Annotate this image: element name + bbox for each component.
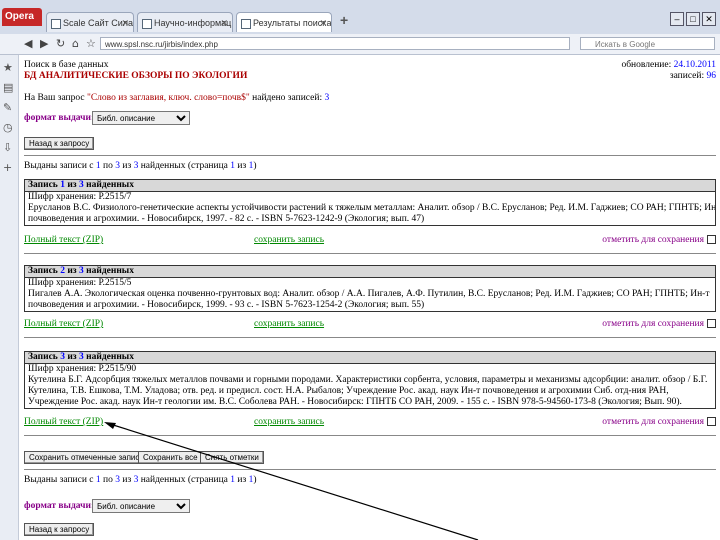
close-icon[interactable]: ✕ bbox=[319, 13, 327, 32]
record-line: Шифр хранения: Р.2515/5 bbox=[28, 278, 132, 288]
format-select[interactable]: Библ. описание bbox=[92, 111, 190, 125]
checkbox[interactable] bbox=[707, 235, 716, 245]
tab-1[interactable]: Scale Сайт Сила Ес Тон ✕ bbox=[46, 12, 134, 32]
divider bbox=[24, 337, 716, 338]
bookmark-icon[interactable]: ☆ bbox=[86, 37, 96, 50]
tab-2[interactable]: Научно-информационный ресурс ✕ bbox=[137, 12, 233, 32]
record-line: Учреждение Рос. акад. наук Ин-т геологии… bbox=[28, 397, 682, 407]
notes-icon[interactable]: ✎ bbox=[3, 101, 12, 114]
browser-logo: Opera bbox=[5, 11, 34, 22]
record-1: Запись 1 из 3 найденных Шифр хранения: Р… bbox=[24, 179, 716, 226]
record-line: почвоведения и агрохимии. - Новосибирск,… bbox=[28, 300, 425, 310]
shown-range: Выданы записи с 1 по 3 из 3 найденных (с… bbox=[24, 161, 257, 171]
page-icon bbox=[241, 19, 251, 29]
tab-3[interactable]: Результаты поиска ✕ bbox=[236, 12, 332, 32]
forward-icon[interactable]: ▶ bbox=[40, 37, 48, 50]
bookmarks-icon[interactable]: ▤ bbox=[3, 81, 13, 94]
record-line: Шифр хранения: Р.2515/90 bbox=[28, 364, 137, 374]
divider bbox=[24, 155, 716, 156]
home-icon[interactable]: ⌂ bbox=[72, 37, 79, 50]
history-icon[interactable]: ◷ bbox=[3, 121, 13, 134]
save-record-link-2[interactable]: сохранить запись bbox=[254, 319, 324, 329]
format-label: формат выдачи: bbox=[24, 113, 95, 123]
full-text-link-2[interactable]: Полный текст (ZIP) bbox=[24, 319, 103, 329]
update-info: обновление: 24.10.2011 bbox=[621, 60, 716, 70]
divider bbox=[24, 469, 716, 470]
window-controls: – □ ✕ bbox=[668, 12, 716, 26]
mark-for-save-1[interactable]: отметить для сохранения bbox=[602, 235, 716, 245]
search-title: Поиск в базе данных bbox=[24, 60, 109, 70]
format-select-bottom[interactable]: Библ. описание bbox=[92, 499, 190, 513]
full-text-link-3[interactable]: Полный текст (ZIP) bbox=[24, 417, 103, 427]
back-icon[interactable]: ◀ bbox=[24, 37, 32, 50]
address-bar: ◀ ▶ ↻ ⌂ ☆ www.spsl.nsc.ru/jirbis/index.p… bbox=[0, 34, 720, 55]
shown-range-bottom: Выданы записи с 1 по 3 из 3 найденных (с… bbox=[24, 475, 257, 485]
db-title: БД АНАЛИТИЧЕСКИЕ ОБЗОРЫ ПО ЭКОЛОГИИ bbox=[24, 71, 248, 81]
mark-for-save-2[interactable]: отметить для сохранения bbox=[602, 319, 716, 329]
checkbox[interactable] bbox=[707, 417, 716, 427]
unmark-button[interactable]: Снять отметки bbox=[200, 451, 264, 464]
back-to-query-button[interactable]: Назад к запросу bbox=[24, 137, 95, 150]
record-line: почвоведения и агрохимии. - Новосибирск,… bbox=[28, 214, 425, 224]
record-2: Запись 2 из 3 найденных Шифр хранения: Р… bbox=[24, 265, 716, 312]
record-line: Кутелина Б.Г. Адсорбция тяжелых металлов… bbox=[28, 375, 708, 385]
record-line: Кутелина, Т.В. Ешкова, Т.М. Уладова; отв… bbox=[28, 386, 669, 396]
close-icon[interactable]: ✕ bbox=[220, 13, 228, 32]
maximize-icon[interactable]: □ bbox=[686, 12, 700, 26]
record-line: Ерусланов В.С. Физиолого-генетические ас… bbox=[28, 203, 715, 213]
update-date: 24.10.2011 bbox=[673, 60, 716, 70]
record-3: Запись 3 из 3 найденных Шифр хранения: Р… bbox=[24, 351, 716, 409]
back-to-query-button-bottom[interactable]: Назад к запросу bbox=[24, 523, 95, 536]
query-line: На Ваш запрос "Слово из заглавия, ключ. … bbox=[24, 93, 330, 103]
save-record-link-3[interactable]: сохранить запись bbox=[254, 417, 324, 427]
record-line: Пигалев А.А. Экологическая оценка почвен… bbox=[28, 289, 710, 299]
new-tab-button[interactable]: + bbox=[340, 12, 348, 28]
full-text-link-1[interactable]: Полный текст (ZIP) bbox=[24, 235, 103, 245]
format-label-bottom: формат выдачи: bbox=[24, 501, 95, 511]
star-icon[interactable]: ★ bbox=[3, 61, 13, 74]
add-panel-icon[interactable]: + bbox=[3, 161, 12, 174]
records-count: 96 bbox=[706, 71, 717, 81]
browser-tab-bar: Opera Scale Сайт Сила Ес Тон ✕ Научно-ин… bbox=[0, 0, 720, 34]
opera-menu-button[interactable]: Opera bbox=[2, 8, 42, 26]
query-text: "Слово из заглавия, ключ. слово=почв$" bbox=[86, 93, 250, 103]
search-field[interactable]: Искать в Google bbox=[580, 37, 715, 50]
records-info: записей: 96 bbox=[669, 71, 717, 81]
transfers-icon[interactable]: ⇩ bbox=[3, 141, 12, 154]
url-field[interactable]: www.spsl.nsc.ru/jirbis/index.php bbox=[100, 37, 570, 50]
mark-for-save-3[interactable]: отметить для сохранения bbox=[602, 417, 716, 427]
record-header: Запись 3 из 3 найденных bbox=[25, 352, 715, 364]
reload-icon[interactable]: ↻ bbox=[56, 37, 65, 50]
page-icon bbox=[51, 19, 61, 29]
record-line: Шифр хранения: Р.2515/7 bbox=[28, 192, 132, 202]
save-all-button[interactable]: Сохранить все bbox=[138, 451, 203, 464]
divider bbox=[24, 435, 716, 436]
save-record-link-1[interactable]: сохранить запись bbox=[254, 235, 324, 245]
record-header: Запись 2 из 3 найденных bbox=[25, 266, 715, 278]
save-marked-button[interactable]: Сохранить отмеченные записи bbox=[24, 451, 149, 464]
checkbox[interactable] bbox=[707, 319, 716, 329]
record-header: Запись 1 из 3 найденных bbox=[25, 180, 715, 192]
close-window-icon[interactable]: ✕ bbox=[702, 12, 716, 26]
browser-sidebar: ★ ▤ ✎ ◷ ⇩ + bbox=[0, 55, 19, 540]
page-icon bbox=[142, 19, 152, 29]
divider bbox=[24, 253, 716, 254]
close-icon[interactable]: ✕ bbox=[121, 13, 129, 32]
page-content: Поиск в базе данных БД АНАЛИТИЧЕСКИЕ ОБЗ… bbox=[20, 55, 720, 540]
minimize-icon[interactable]: – bbox=[670, 12, 684, 26]
found-count: 3 bbox=[324, 93, 330, 103]
